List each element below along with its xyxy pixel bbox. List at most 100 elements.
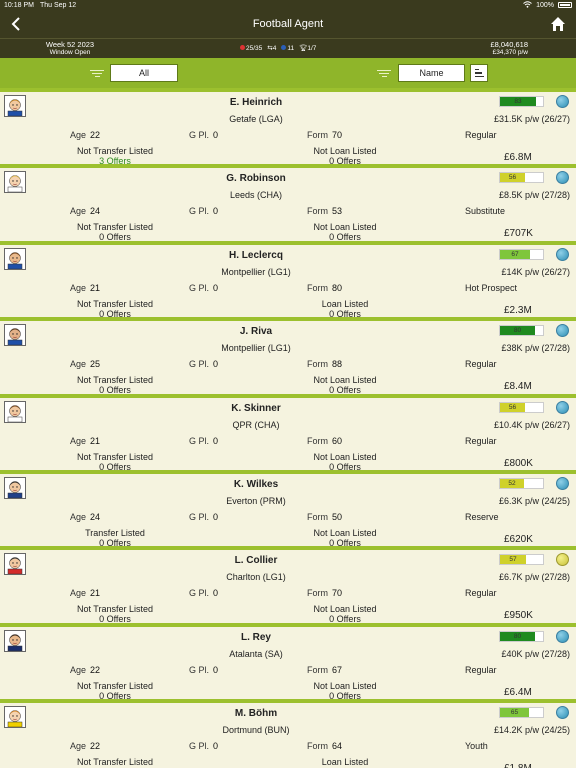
status-ball-icon	[556, 247, 569, 261]
battery-icon	[558, 2, 572, 8]
form-stat: Form 64	[307, 741, 343, 752]
player-name: M. Böhm	[234, 708, 278, 720]
rating-bar: 80	[499, 325, 544, 337]
transfer-listed-label: Not Transfer Listed	[76, 222, 154, 233]
sort-icon[interactable]	[377, 68, 391, 78]
finance-info: £8,040,618 £34,370 p/w	[490, 41, 528, 57]
week-info: Week 52 2023 Window Open	[0, 41, 140, 57]
rating-value: 56	[508, 403, 517, 411]
sort-order-button[interactable]	[470, 64, 488, 82]
player-card[interactable]: G. Robinson Leeds (CHA) 56 £8.5K p/w (27…	[0, 164, 576, 242]
player-card[interactable]: M. Böhm Dortmund (BUN) 65 £14.2K p/w (24…	[0, 699, 576, 768]
status-ball-icon	[556, 324, 569, 338]
status-ball-icon	[556, 400, 569, 414]
loan-listed-label: Loan Listed	[321, 298, 369, 309]
balance: £8,040,618	[490, 40, 528, 49]
rating-value: 56	[508, 174, 517, 182]
player-wage: £6.3K p/w (24/25)	[498, 495, 570, 506]
player-role: Regular	[465, 664, 497, 675]
scouts-stat: 11	[281, 45, 294, 52]
status-ball-icon	[556, 171, 569, 185]
player-club: Dortmund (BUN)	[222, 725, 290, 736]
info-bar: Week 52 2023 Window Open 25/35 ⇆4 11 🏆︎1…	[0, 38, 576, 58]
player-name: J. Riva	[239, 326, 273, 338]
player-value: £800K	[504, 457, 533, 469]
age-stat: Age 24	[70, 511, 101, 522]
loan-status: Not Loan Listed 0 Offers	[285, 222, 405, 242]
player-role: Youth	[465, 741, 488, 752]
form-stat: Form 60	[307, 435, 343, 446]
form-stat: Form 88	[307, 359, 343, 370]
games-played-stat: G Pl. 0	[189, 206, 219, 217]
filter-bar: All Name	[0, 58, 576, 88]
loan-status: Not Loan Listed 0 Offers	[285, 452, 405, 472]
player-value: £620K	[504, 533, 533, 545]
transfer-listed-label: Not Transfer Listed	[76, 451, 154, 462]
transfer-listed-label: Not Transfer Listed	[76, 757, 154, 768]
status-ball-icon	[556, 95, 569, 108]
form-stat: Form 70	[307, 130, 343, 140]
status-ball-icon	[556, 706, 569, 720]
rating-value: 80	[513, 632, 522, 640]
player-card[interactable]: L. Collier Charlton (LG1) 57 £6.7K p/w (…	[0, 546, 576, 624]
player-value: £8.4M	[504, 381, 532, 393]
games-played-stat: G Pl. 0	[189, 435, 219, 446]
summary-stats: 25/35 ⇆4 11 🏆︎1/7	[240, 44, 316, 52]
player-wage: £40K p/w (27/28)	[501, 648, 570, 659]
player-name: L. Collier	[234, 555, 278, 567]
player-icon	[240, 45, 245, 51]
transfer-status: Not Transfer Listed 0 Offers	[55, 375, 175, 395]
player-club: QPR (CHA)	[232, 419, 280, 430]
player-card[interactable]: K. Skinner QPR (CHA) 56 £10.4K p/w (26/2…	[0, 393, 576, 472]
player-name: H. Leclercq	[229, 249, 283, 261]
player-name: G. Robinson	[226, 173, 286, 185]
form-stat: Form 50	[307, 511, 343, 522]
player-card[interactable]: H. Leclercq Montpellier (LG1) 67 £14K p/…	[0, 240, 576, 319]
player-wage: £31.5K p/w (26/27)	[493, 114, 570, 124]
transfer-listed-label: Not Transfer Listed	[76, 298, 154, 309]
player-card[interactable]: J. Riva Montpellier (LG1) 80 £38K p/w (2…	[0, 317, 576, 395]
player-card[interactable]: E. Heinrich Getafe (LGA) 83 £31.5K p/w (…	[0, 88, 576, 166]
transfer-listed-label: Not Transfer Listed	[76, 604, 154, 615]
player-card[interactable]: K. Wilkes Everton (PRM) 52 £6.3K p/w (24…	[0, 469, 576, 548]
player-value: £707K	[504, 228, 533, 240]
games-played-stat: G Pl. 0	[189, 664, 219, 675]
player-role: Regular	[465, 435, 497, 446]
player-value: £6.8M	[504, 152, 532, 163]
week-label: Week 52 2023	[45, 40, 95, 49]
form-stat: Form 67	[307, 664, 343, 675]
back-button[interactable]	[8, 16, 24, 32]
player-club: Atalanta (SA)	[229, 648, 283, 659]
transfer-status: Not Transfer Listed 0 Offers	[55, 222, 175, 242]
loan-status: Not Loan Listed 0 Offers	[285, 375, 405, 395]
player-club: Montpellier (LG1)	[221, 343, 291, 354]
player-club: Everton (PRM)	[226, 495, 286, 506]
player-name: K. Wilkes	[233, 478, 279, 490]
loan-status: Not Loan Listed 0 Offers	[285, 146, 405, 166]
wifi-icon	[523, 0, 532, 10]
player-wage: £6.7K p/w (27/28)	[498, 572, 570, 583]
games-played-stat: G Pl. 0	[189, 359, 219, 370]
transfer-status: Not Transfer Listed 3 Offers	[55, 146, 175, 166]
player-card[interactable]: L. Rey Atalanta (SA) 80 £40K p/w (27/28)…	[0, 622, 576, 701]
sort-select[interactable]: Name	[398, 64, 465, 82]
transfer-status: Not Transfer Listed 0 Offers	[55, 299, 175, 319]
player-name: K. Skinner	[231, 402, 281, 414]
player-value: £950K	[504, 610, 533, 622]
loan-listed-label: Not Loan Listed	[313, 527, 377, 538]
player-role: Reserve	[465, 511, 499, 522]
rating-bar: 56	[499, 401, 544, 413]
rating-value: 80	[513, 327, 522, 335]
loan-listed-label: Not Loan Listed	[313, 222, 377, 233]
age-stat: Age 22	[70, 664, 101, 675]
games-played-stat: G Pl. 0	[189, 282, 219, 293]
transfer-listed-label: Not Transfer Listed	[76, 146, 154, 156]
rating-bar: 80	[499, 630, 544, 642]
games-played-stat: G Pl. 0	[189, 741, 219, 752]
filter-icon[interactable]	[90, 68, 104, 78]
home-button[interactable]	[550, 16, 566, 32]
player-club: Montpellier (LG1)	[221, 266, 291, 277]
filter-select[interactable]: All	[110, 64, 178, 82]
home-icon	[551, 17, 565, 31]
loan-status: Not Loan Listed 0 Offers	[285, 528, 405, 548]
